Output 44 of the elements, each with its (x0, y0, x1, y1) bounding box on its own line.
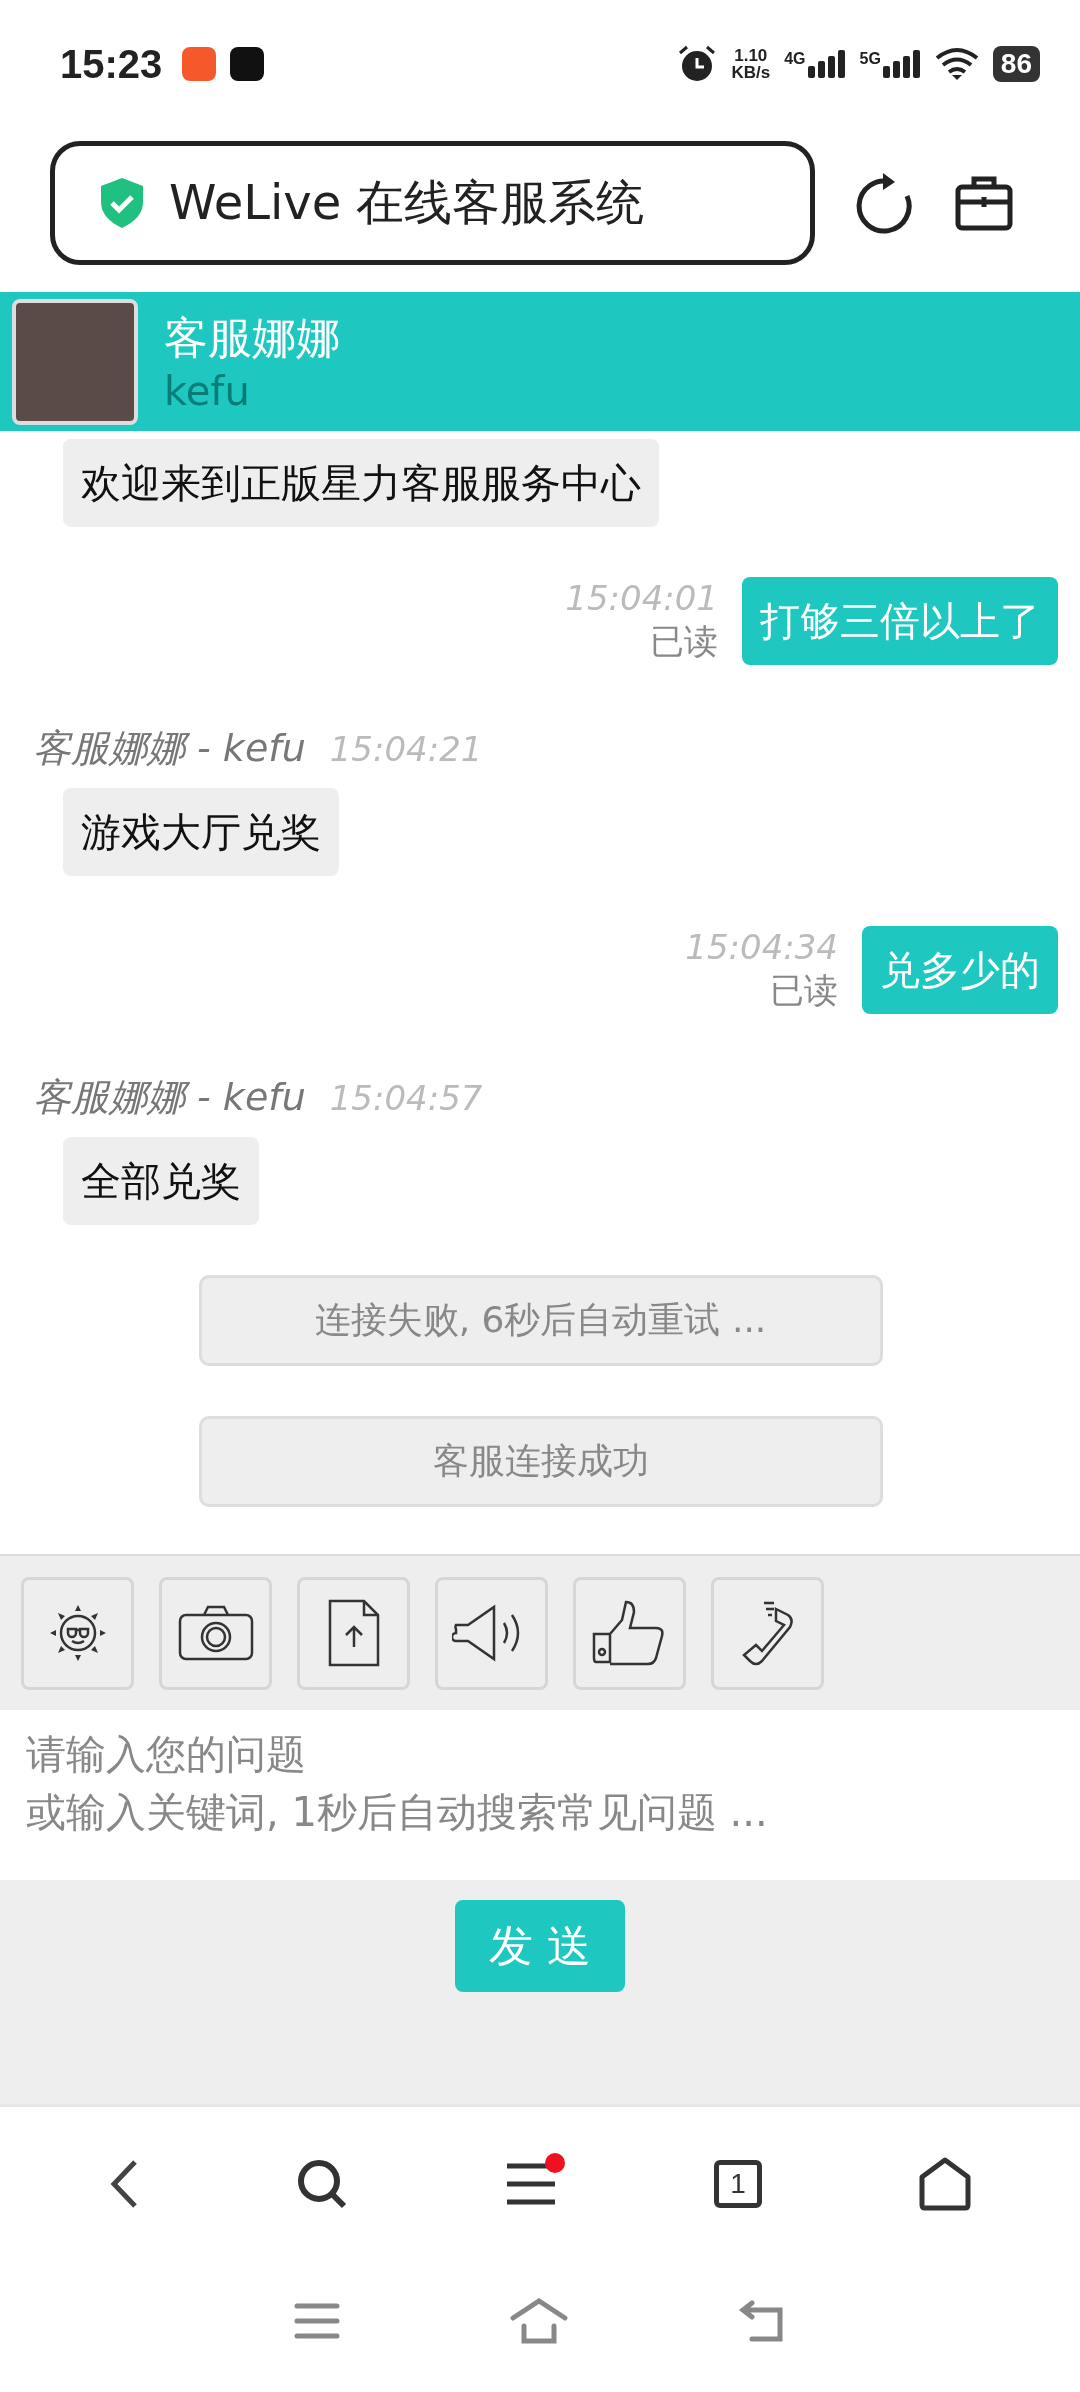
tab-count[interactable]: 1 (714, 2159, 763, 2208)
toolbar-button[interactable] (435, 1576, 548, 1690)
wifi-icon (934, 47, 979, 81)
shield-check-icon (99, 177, 145, 229)
message-bubble: 打够三倍以上了 (742, 577, 1058, 665)
sender-name: 客服娜娜 - kefu (33, 725, 306, 772)
toolbar-button[interactable] (21, 1576, 134, 1690)
signal-icon (882, 50, 921, 78)
message-bubble: 兑多少的 (862, 926, 1058, 1014)
read-receipt: 已读 (650, 619, 718, 662)
page-title: WeLive 在线客服系统 (169, 173, 645, 232)
toolbar-button[interactable] (159, 1576, 272, 1690)
input-hint: 或输入关键词, 1秒后自动搜索常见问题 ... (26, 1788, 769, 1837)
message-bubble: 游戏大厅兑奖 (63, 788, 339, 876)
sender-name: 客服娜娜 - kefu (33, 1074, 306, 1121)
home-icon[interactable] (919, 2156, 972, 2211)
message-bubble: 全部兑奖 (63, 1137, 259, 1225)
reload-icon[interactable] (855, 172, 915, 234)
toolbar-button[interactable] (573, 1576, 686, 1690)
system-notice: 客服连接成功 (198, 1416, 883, 1507)
message-time: 15:04:21 (329, 729, 483, 769)
toolbar-button[interactable] (711, 1576, 824, 1690)
message-time: 15:04:01 (565, 577, 718, 620)
message-time: 15:04:34 (685, 926, 838, 969)
message-time: 15:04:57 (329, 1078, 483, 1118)
signal-icon (807, 50, 846, 78)
battery-level: 86 (992, 46, 1040, 82)
alarm-icon (677, 44, 718, 84)
search-icon[interactable] (295, 2157, 348, 2210)
system-notice: 连接失败, 6秒后自动重试 ... (198, 1275, 883, 1366)
app-notification-icon (182, 47, 217, 81)
back-icon[interactable] (108, 2158, 139, 2209)
toolbar-button[interactable] (297, 1576, 410, 1690)
read-receipt: 已读 (770, 968, 838, 1011)
network-type: 4G (784, 50, 806, 68)
network-type: 5G (859, 50, 881, 68)
clock-time: 15:23 (60, 41, 163, 87)
message-bubble: 欢迎来到正版星力客服服务中心 (63, 439, 659, 527)
address-bar[interactable]: WeLive 在线客服系统 (50, 141, 815, 265)
agent-name: 客服娜娜 (164, 311, 340, 365)
app-notification-icon (230, 47, 265, 81)
toolbox-icon[interactable] (955, 175, 1013, 231)
agent-account: kefu (164, 368, 251, 414)
network-speed: 1.10 KB/s (731, 47, 771, 81)
